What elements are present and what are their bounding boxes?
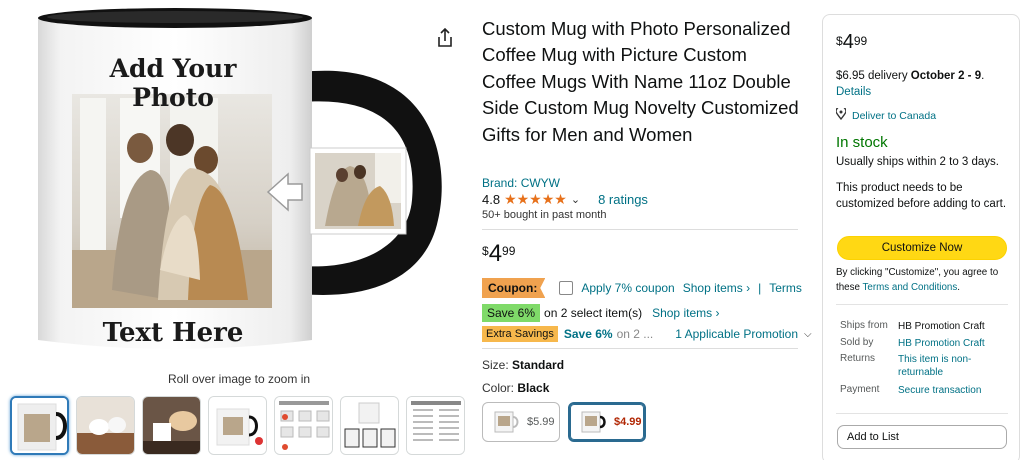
product-title: Custom Mug with Photo Personalized Coffe… bbox=[482, 18, 799, 145]
swatch-price: $4.99 bbox=[614, 416, 642, 428]
ratings-count-link[interactable]: 8 ratings bbox=[598, 192, 648, 207]
color-value: Black bbox=[517, 381, 550, 395]
extra-savings-row: Extra Savings Save 6% on 2 ... 1 Applica… bbox=[482, 326, 812, 342]
apply-coupon-label[interactable]: Apply 7% coupon bbox=[581, 281, 674, 295]
coupon-checkbox[interactable] bbox=[559, 281, 574, 295]
thumbnail-2[interactable] bbox=[76, 396, 135, 455]
customize-agreement: By clicking "Customize", you agree to th… bbox=[836, 266, 1008, 295]
delivery-details-link[interactable]: Details bbox=[836, 86, 871, 98]
divider bbox=[482, 229, 798, 230]
mug-thumbnail-icon bbox=[491, 409, 521, 435]
applicable-promotion-link[interactable]: 1 Applicable Promotion bbox=[675, 327, 798, 341]
extra-savings-badge: Extra Savings bbox=[482, 326, 558, 342]
thumbnail-3[interactable] bbox=[142, 396, 201, 455]
thumbnail-7[interactable] bbox=[406, 396, 465, 455]
rating-number: 4.8 bbox=[482, 192, 501, 207]
terms-conditions-link[interactable]: Terms and Conditions bbox=[863, 282, 958, 293]
coupon-row: Coupon: Apply 7% coupon Shop items › | T… bbox=[482, 278, 802, 298]
terms-link[interactable]: Terms bbox=[769, 281, 802, 295]
customization-notice: This product needs to be customized befo… bbox=[836, 182, 1007, 210]
price-whole: 4 bbox=[488, 240, 503, 267]
price-symbol: $ bbox=[836, 34, 843, 48]
color-swatches: $5.99 $4.99 bbox=[482, 402, 646, 442]
save-row: Save 6% on 2 select item(s) Shop items › bbox=[482, 304, 719, 322]
deliver-to-link[interactable]: Deliver to Canada bbox=[852, 110, 936, 122]
size-label: Size: bbox=[482, 358, 513, 372]
zoom-hint: Roll over image to zoom in bbox=[167, 372, 311, 386]
delivery-suffix: . bbox=[981, 70, 985, 82]
extra-more-text: on 2 ... bbox=[616, 327, 654, 341]
mug-bottom-text: Text Here bbox=[102, 318, 244, 348]
size-row: Size: Standard bbox=[482, 358, 564, 372]
sold-by-link[interactable]: HB Promotion Craft bbox=[898, 337, 1006, 350]
save-text: on 2 select item(s) bbox=[544, 306, 643, 320]
mug-thumbnail-icon bbox=[578, 409, 608, 435]
brand-link[interactable]: Brand: CWYW bbox=[482, 176, 560, 190]
star-rating[interactable]: ★★★★★ bbox=[504, 191, 567, 208]
seller-info: Ships from HB Promotion Craft Sold by HB… bbox=[840, 320, 1010, 406]
customize-now-button[interactable]: Customize Now bbox=[837, 236, 1007, 260]
sold-by-label: Sold by bbox=[840, 337, 874, 348]
coupon-badge: Coupon: bbox=[482, 278, 546, 298]
swatch-black[interactable]: $4.99 bbox=[568, 402, 646, 442]
payment-link[interactable]: Secure transaction bbox=[898, 384, 1006, 397]
price-symbol: $ bbox=[482, 244, 489, 258]
thumbnail-strip bbox=[10, 396, 465, 458]
ships-from-value: HB Promotion Craft bbox=[898, 321, 985, 332]
price-whole: 4 bbox=[842, 31, 854, 53]
shop-items-link[interactable]: Shop items › bbox=[683, 281, 750, 295]
divider bbox=[836, 413, 1008, 414]
chevron-down-icon[interactable]: ⌵ bbox=[804, 329, 812, 340]
add-to-list-button[interactable]: Add to List bbox=[837, 425, 1007, 449]
color-row: Color: Black bbox=[482, 381, 549, 395]
chevron-down-icon[interactable]: ⌄ bbox=[571, 193, 580, 206]
delivery-dates: October 2 - 9 bbox=[910, 70, 982, 82]
size-value: Standard bbox=[512, 358, 565, 372]
ships-time: Usually ships within 2 to 3 days. bbox=[836, 156, 999, 168]
rating-row: 4.8 ★★★★★ ⌄ 8 ratings bbox=[482, 191, 648, 208]
stock-status: In stock bbox=[836, 134, 888, 151]
thumbnail-1[interactable] bbox=[10, 396, 69, 455]
extra-save-text[interactable]: Save 6% bbox=[564, 327, 613, 341]
price-fraction: 99 bbox=[853, 34, 868, 48]
deliver-to-row[interactable]: Deliver to Canada bbox=[835, 105, 936, 123]
delivery-info: $6.95 delivery October 2 - 9. Details bbox=[836, 68, 1014, 100]
returns-label: Returns bbox=[840, 353, 876, 364]
thumbnail-5[interactable] bbox=[274, 396, 333, 455]
thumbnail-4[interactable] bbox=[208, 396, 267, 455]
divider bbox=[836, 304, 1008, 305]
thumbnail-6[interactable] bbox=[340, 396, 399, 455]
location-pin-icon bbox=[835, 105, 847, 123]
agree-suffix: . bbox=[957, 281, 960, 293]
returns-link[interactable]: This item is non-returnable bbox=[898, 353, 1006, 379]
delivery-cost: $6.95 delivery bbox=[836, 70, 911, 82]
save-badge: Save 6% bbox=[482, 304, 541, 322]
buybox-price: $ 4 99 bbox=[836, 30, 867, 54]
separator: | bbox=[758, 281, 762, 295]
save-shop-items-link[interactable]: Shop items › bbox=[652, 306, 719, 320]
price-fraction: 99 bbox=[502, 244, 516, 258]
divider bbox=[482, 348, 798, 349]
bought-count: 50+ bought in past month bbox=[482, 209, 607, 221]
swatch-white[interactable]: $5.99 bbox=[482, 402, 560, 442]
color-label: Color: bbox=[482, 381, 518, 395]
ships-from-label: Ships from bbox=[840, 320, 888, 331]
swatch-price: $5.99 bbox=[527, 416, 555, 428]
mug-top-text: Add Your Photo bbox=[109, 54, 237, 112]
payment-label: Payment bbox=[840, 384, 880, 395]
price: $ 4 99 bbox=[482, 240, 515, 268]
